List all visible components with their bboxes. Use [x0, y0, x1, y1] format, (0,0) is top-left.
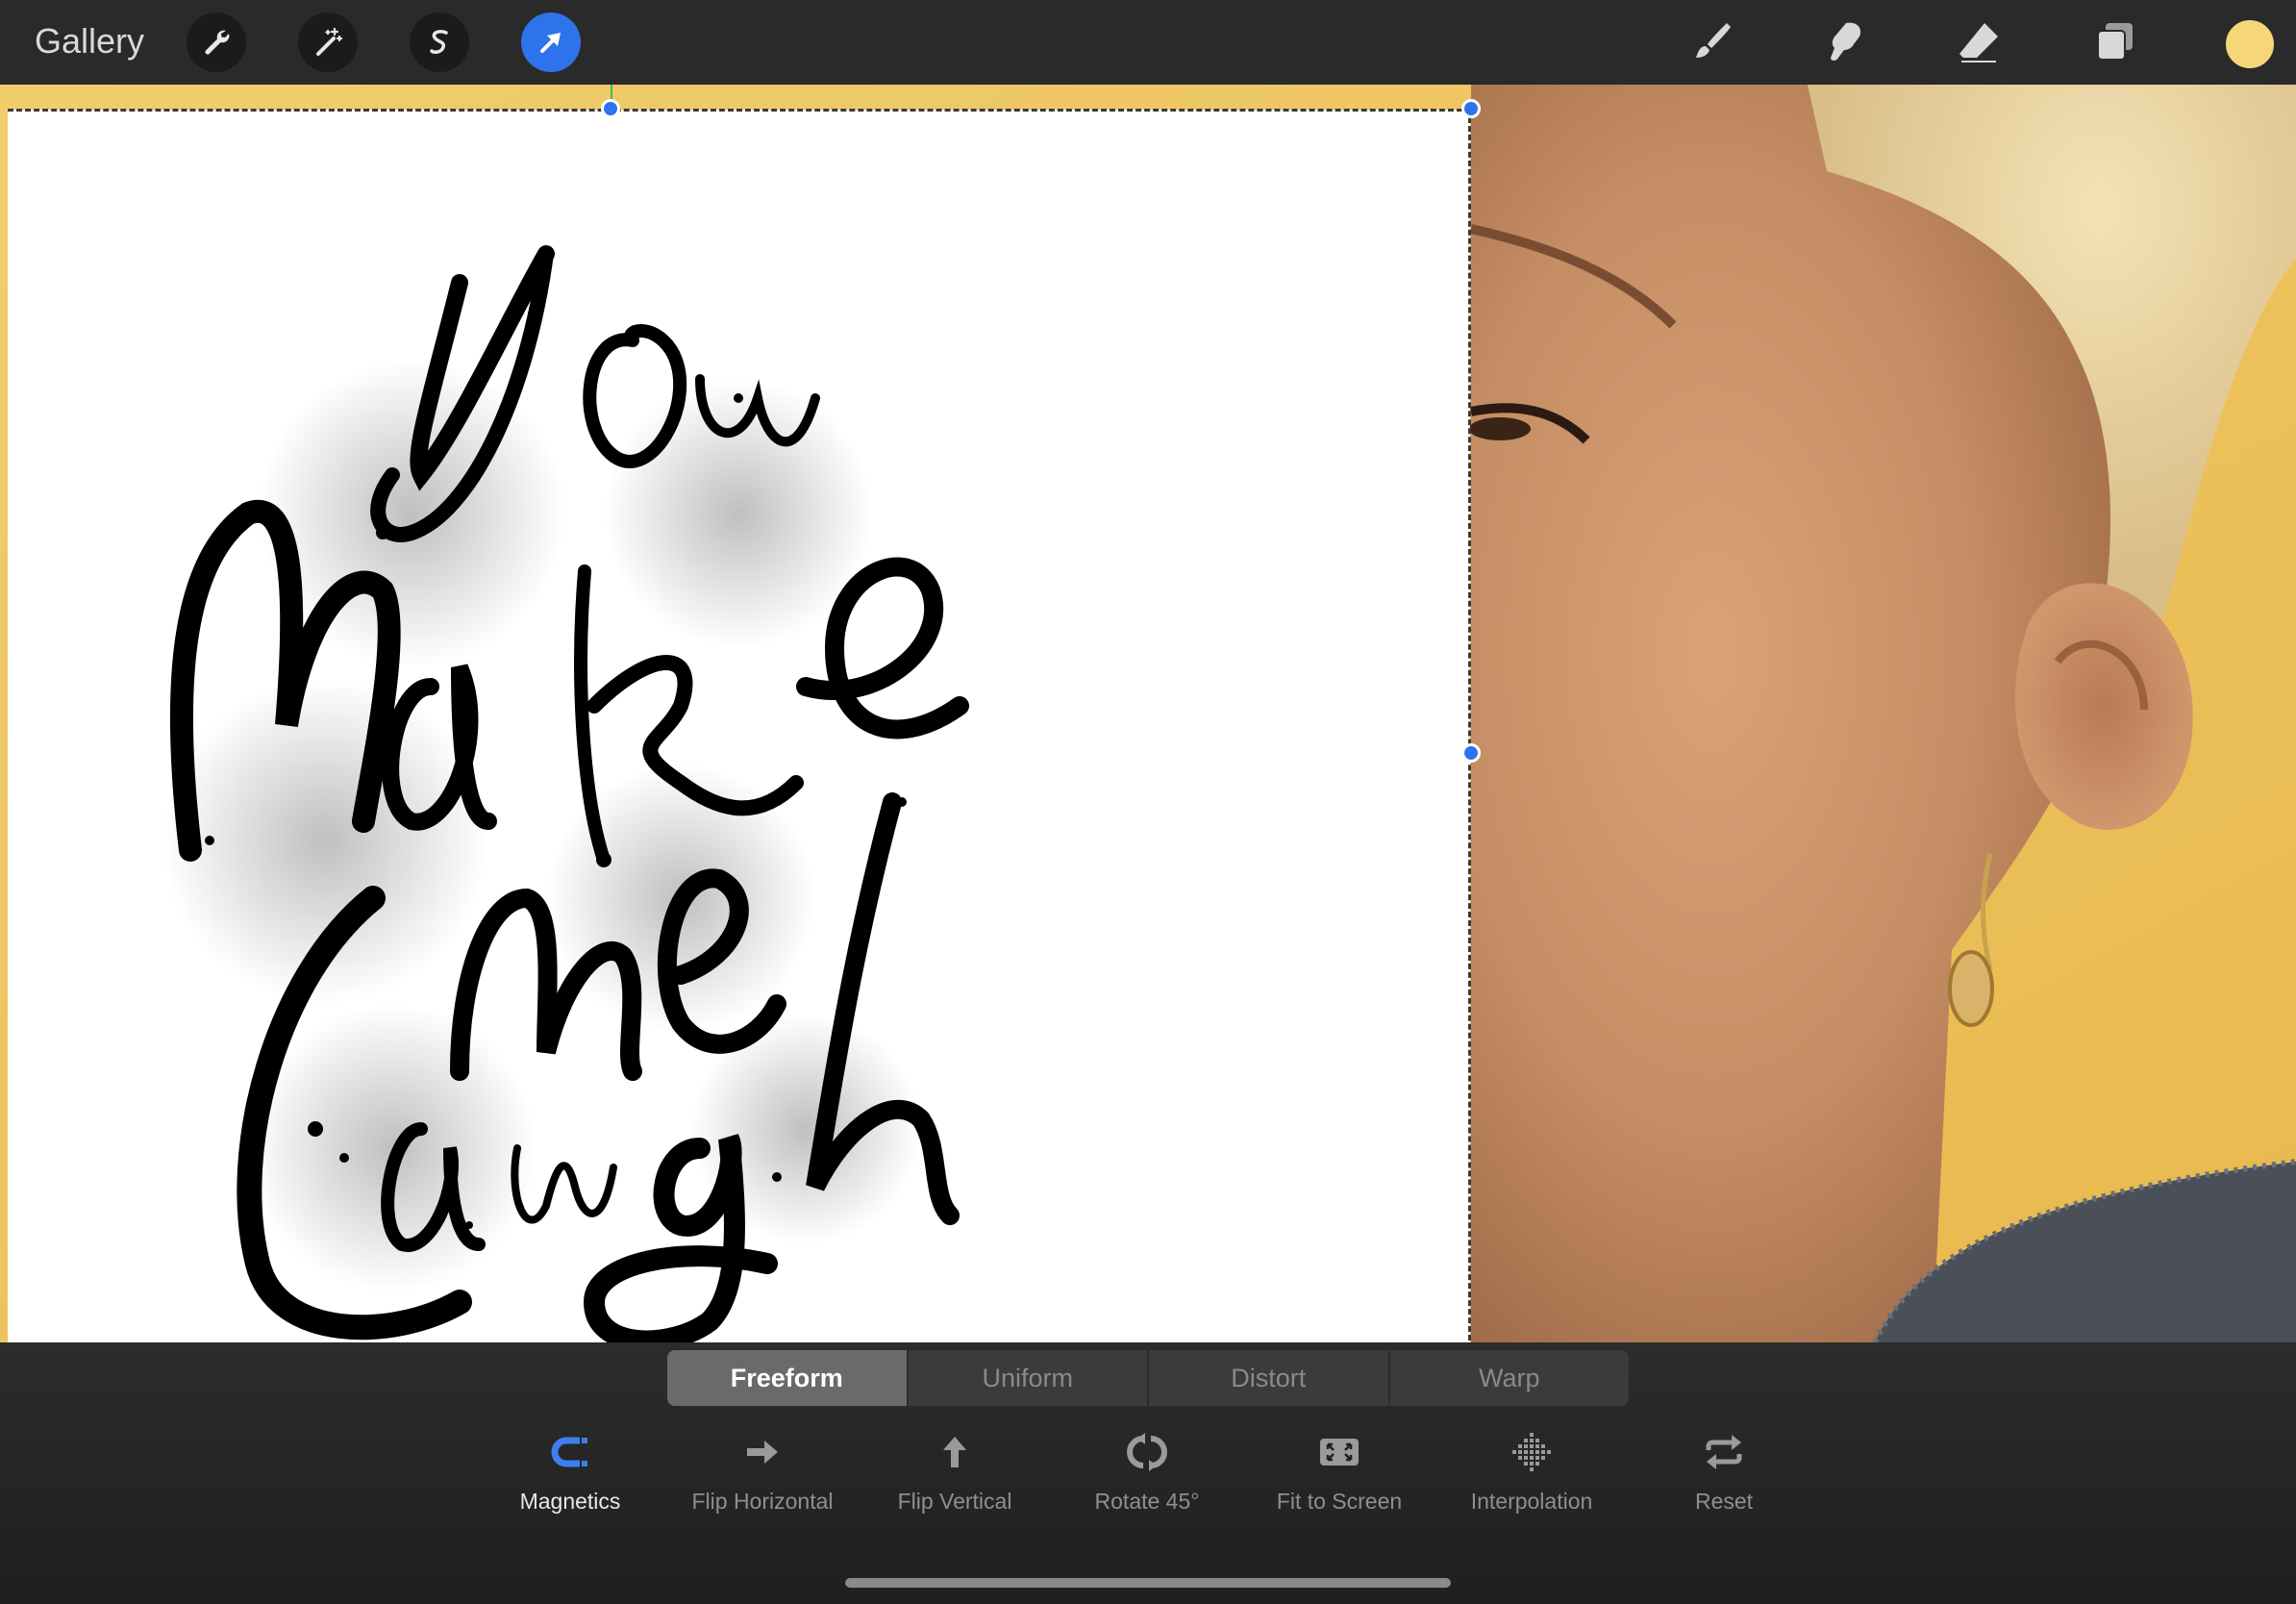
transform-button[interactable]: [521, 13, 581, 72]
home-indicator[interactable]: [845, 1578, 1451, 1588]
adjustments-button[interactable]: [298, 13, 358, 72]
selection-button[interactable]: [410, 13, 469, 72]
smudge-icon: [1831, 22, 1861, 61]
interpolation-button[interactable]: Interpolation: [1435, 1427, 1628, 1533]
flip-vertical-label: Flip Vertical: [897, 1489, 1012, 1514]
rotate-45-label: Rotate 45°: [1094, 1489, 1200, 1514]
mode-warp[interactable]: Warp: [1390, 1350, 1630, 1406]
magnet-icon: [551, 1437, 587, 1467]
color-swatch[interactable]: [2223, 17, 2277, 71]
fit-screen-icon: [1320, 1439, 1359, 1466]
transform-actions: Magnetics Flip Horizontal Flip Vertical …: [0, 1427, 2296, 1533]
actions-button[interactable]: [187, 13, 246, 72]
magnetics-button[interactable]: Magnetics: [474, 1427, 666, 1533]
fit-to-screen-button[interactable]: Fit to Screen: [1243, 1427, 1435, 1533]
wrench-icon: [205, 30, 230, 55]
top-center-handle[interactable]: [601, 99, 620, 118]
brush-button[interactable]: [1683, 13, 1740, 71]
right-center-handle[interactable]: [1461, 743, 1481, 763]
flip-horizontal-button[interactable]: Flip Horizontal: [666, 1427, 859, 1533]
interpolation-label: Interpolation: [1470, 1489, 1593, 1514]
arrow-cursor-icon: [540, 33, 561, 53]
arrow-right-icon: [747, 1441, 778, 1464]
magic-wand-icon: [316, 27, 343, 56]
magnetics-label: Magnetics: [519, 1489, 621, 1514]
lettering-layer[interactable]: [8, 110, 1470, 1342]
mode-freeform[interactable]: Freeform: [667, 1350, 909, 1406]
brush-icon: [1696, 23, 1731, 58]
interpolation-icon: [1512, 1433, 1551, 1471]
selection-s-icon: [430, 30, 448, 54]
mode-uniform[interactable]: Uniform: [909, 1350, 1149, 1406]
mode-distort[interactable]: Distort: [1149, 1350, 1390, 1406]
layers-button[interactable]: [2086, 13, 2144, 71]
reset-label: Reset: [1694, 1489, 1754, 1514]
transform-mode-bar: Freeform Uniform Distort Warp: [667, 1350, 1629, 1406]
fit-to-screen-label: Fit to Screen: [1276, 1489, 1403, 1514]
eraser-icon: [1959, 23, 1998, 63]
gallery-button[interactable]: Gallery: [35, 21, 144, 62]
canvas[interactable]: [0, 85, 2296, 1342]
lettering-artwork: [162, 245, 969, 1342]
rotate-icon: [1127, 1433, 1167, 1471]
rotate-45-button[interactable]: Rotate 45°: [1051, 1427, 1243, 1533]
reset-icon: [1706, 1435, 1742, 1469]
flip-vertical-button[interactable]: Flip Vertical: [859, 1427, 1051, 1533]
flip-horizontal-label: Flip Horizontal: [691, 1489, 834, 1514]
top-toolbar: Gallery: [0, 0, 2296, 85]
layers-icon: [2097, 23, 2133, 61]
transform-toolbar: Freeform Uniform Distort Warp Magnetics …: [0, 1342, 2296, 1604]
reset-button[interactable]: Reset: [1628, 1427, 1820, 1533]
eraser-button[interactable]: [1950, 13, 2008, 71]
smudge-button[interactable]: [1815, 13, 1873, 71]
arrow-up-icon: [943, 1437, 966, 1467]
top-right-handle[interactable]: [1461, 99, 1481, 118]
